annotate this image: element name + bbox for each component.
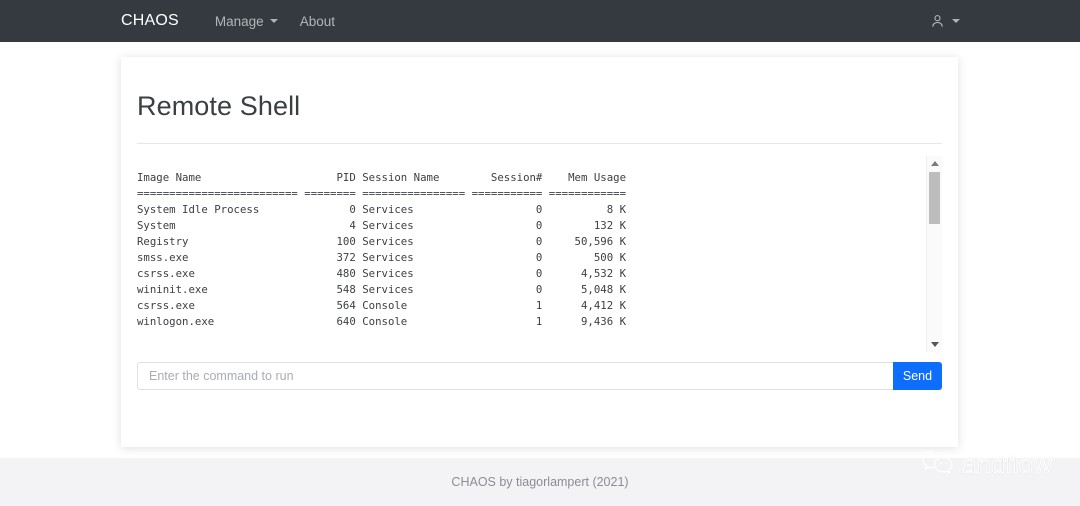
- command-row: Send: [137, 362, 942, 390]
- scrollbar-thumb[interactable]: [929, 172, 940, 224]
- footer-text: CHAOS by tiagorlampert (2021): [451, 475, 628, 489]
- nav-item-manage-label: Manage: [215, 14, 264, 29]
- terminal-line: Registry 100 Services 0 50,596 K: [137, 234, 942, 250]
- user-icon: [930, 13, 945, 29]
- terminal-line: wininit.exe 548 Services 0 5,048 K: [137, 282, 942, 298]
- nav-item-about-label: About: [300, 14, 335, 29]
- nav-item-manage[interactable]: Manage: [215, 14, 278, 29]
- terminal-line: csrss.exe 564 Console 1 4,412 K: [137, 298, 942, 314]
- scroll-down-arrow-icon[interactable]: [931, 342, 939, 347]
- nav-item-about[interactable]: About: [300, 14, 335, 29]
- navbar-brand[interactable]: CHAOS: [121, 12, 179, 30]
- terminal-line: csrss.exe 480 Services 0 4,532 K: [137, 266, 942, 282]
- terminal-scrollbar[interactable]: [926, 156, 942, 352]
- terminal-output[interactable]: Image Name PID Session Name Session# Mem…: [137, 156, 942, 352]
- navbar-links: Manage About: [215, 14, 335, 29]
- terminal-wrapper: Image Name PID Session Name Session# Mem…: [137, 156, 942, 352]
- send-button[interactable]: Send: [893, 362, 942, 390]
- terminal-line: System Idle Process 0 Services 0 8 K: [137, 202, 942, 218]
- terminal-line: Image Name PID Session Name Session# Mem…: [137, 170, 942, 186]
- card-inner: Remote Shell Image Name PID Session Name…: [121, 57, 958, 390]
- navbar: CHAOS Manage About: [0, 0, 1080, 42]
- terminal-line: winlogon.exe 640 Console 1 9,436 K: [137, 314, 942, 330]
- scroll-up-arrow-icon[interactable]: [931, 161, 939, 166]
- user-menu-chevron-down-icon: [952, 19, 960, 23]
- command-input[interactable]: [137, 362, 893, 390]
- terminal-line: ========================= ======== =====…: [137, 186, 942, 202]
- user-menu[interactable]: [930, 13, 960, 29]
- title-divider: [137, 143, 942, 144]
- page-title: Remote Shell: [137, 91, 942, 122]
- page-body: Remote Shell Image Name PID Session Name…: [0, 42, 1080, 458]
- chevron-down-icon: [270, 19, 278, 23]
- remote-shell-card: Remote Shell Image Name PID Session Name…: [121, 57, 958, 447]
- terminal-line: smss.exe 372 Services 0 500 K: [137, 250, 942, 266]
- terminal-line: System 4 Services 0 132 K: [137, 218, 942, 234]
- footer: CHAOS by tiagorlampert (2021): [0, 458, 1080, 506]
